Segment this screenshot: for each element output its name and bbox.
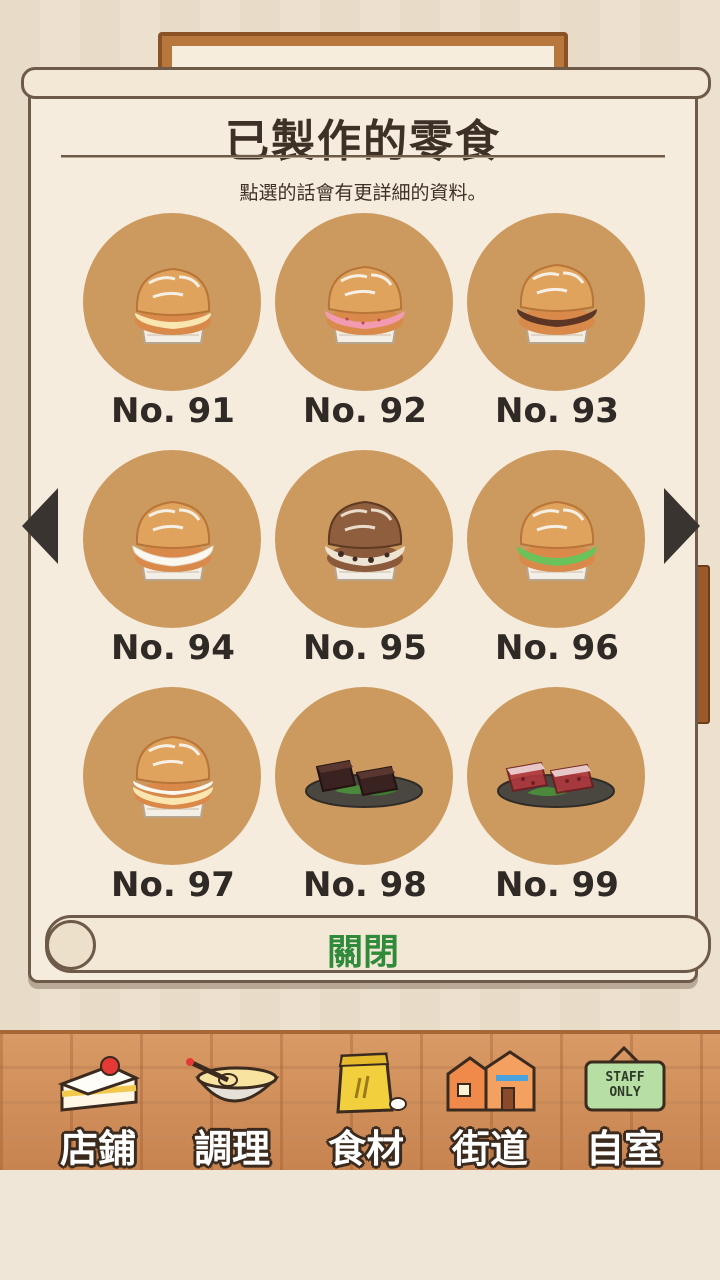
snack-item-98[interactable]: No. 98 bbox=[275, 687, 455, 907]
town-houses-icon bbox=[446, 1050, 536, 1112]
snack-item-97[interactable]: No. 97 bbox=[83, 687, 263, 907]
scroll-top-curl bbox=[21, 67, 711, 99]
cream-puff-custard-icon bbox=[135, 267, 211, 344]
snack-item-91[interactable]: No. 91 bbox=[83, 213, 263, 433]
snack-item-94[interactable]: No. 94 bbox=[83, 450, 263, 670]
snack-number: No. 95 bbox=[303, 628, 427, 668]
snack-item-94-button[interactable] bbox=[83, 450, 261, 628]
snacks-made-dialog: 已製作的零食 點選的話會有更詳細的資料。 No. 91 No. 92 No. 9… bbox=[21, 67, 711, 983]
strawberry-cake-icon bbox=[57, 1056, 141, 1112]
snack-item-96-button[interactable] bbox=[467, 450, 645, 628]
triangle-left-icon[interactable] bbox=[22, 488, 58, 564]
chocolate-yokan-icon bbox=[305, 759, 423, 808]
triangle-right-icon[interactable] bbox=[664, 488, 700, 564]
title-divider bbox=[61, 155, 665, 158]
menu-room-button[interactable]: STAFF ONLY 自室 bbox=[564, 1044, 684, 1171]
snack-number: No. 94 bbox=[111, 628, 235, 668]
snack-item-95[interactable]: No. 95 bbox=[275, 450, 455, 670]
menu-label: 食材 bbox=[327, 1127, 404, 1171]
snack-number: No. 93 bbox=[495, 391, 619, 431]
bottom-menu: 店鋪 調理 食材 街道 STAFF ONLY 自室 bbox=[0, 1030, 720, 1174]
snack-number: No. 91 bbox=[111, 391, 235, 431]
menu-street-button[interactable]: 街道 bbox=[430, 1044, 550, 1171]
cream-puff-strawberry-icon bbox=[325, 265, 405, 344]
snack-number: No. 99 bbox=[495, 865, 619, 905]
snack-item-99-button[interactable] bbox=[467, 687, 645, 865]
snack-item-97-button[interactable] bbox=[83, 687, 261, 865]
snack-item-98-button[interactable] bbox=[275, 687, 453, 865]
menu-label: 自室 bbox=[585, 1127, 662, 1171]
cream-puff-whipped-cream-icon bbox=[132, 500, 214, 581]
red-bean-jelly-icon bbox=[497, 761, 615, 808]
screen-footer bbox=[0, 1170, 720, 1280]
snack-number: No. 92 bbox=[303, 391, 427, 431]
flour-sack-icon bbox=[336, 1052, 407, 1114]
snack-item-92[interactable]: No. 92 bbox=[275, 213, 455, 433]
staff-only-text: STAFF ONLY bbox=[605, 1070, 645, 1100]
snack-item-93-button[interactable] bbox=[467, 213, 645, 391]
snack-item-96[interactable]: No. 96 bbox=[467, 450, 647, 670]
snack-number: No. 96 bbox=[495, 628, 619, 668]
snack-item-91-button[interactable] bbox=[83, 213, 261, 391]
snack-item-92-button[interactable] bbox=[275, 213, 453, 391]
snack-item-93[interactable]: No. 93 bbox=[467, 213, 647, 433]
menu-label: 調理 bbox=[193, 1127, 270, 1171]
snack-number: No. 97 bbox=[111, 865, 235, 905]
close-button[interactable]: 關閉 bbox=[31, 923, 695, 975]
dialog-hint: 點選的話會有更詳細的資料。 bbox=[239, 182, 487, 204]
snack-number: No. 98 bbox=[303, 865, 427, 905]
menu-label: 街道 bbox=[451, 1127, 528, 1171]
dialog-title: 已製作的零食 bbox=[225, 116, 501, 167]
cream-puff-matcha-icon bbox=[517, 500, 597, 581]
menu-label: 店鋪 bbox=[59, 1127, 136, 1171]
menu-shop-button[interactable]: 店鋪 bbox=[38, 1044, 158, 1171]
cream-puff-cookies-cream-icon bbox=[325, 500, 405, 581]
cream-puff-chocolate-icon bbox=[517, 263, 597, 344]
mixing-bowl-whisk-icon bbox=[186, 1058, 280, 1103]
menu-cooking-button[interactable]: 調理 bbox=[172, 1044, 292, 1171]
menu-ingredients-button[interactable]: 食材 bbox=[306, 1044, 426, 1171]
snack-item-95-button[interactable] bbox=[275, 450, 453, 628]
snack-item-99[interactable]: No. 99 bbox=[467, 687, 647, 907]
cream-puff-double-cream-icon bbox=[133, 735, 213, 818]
